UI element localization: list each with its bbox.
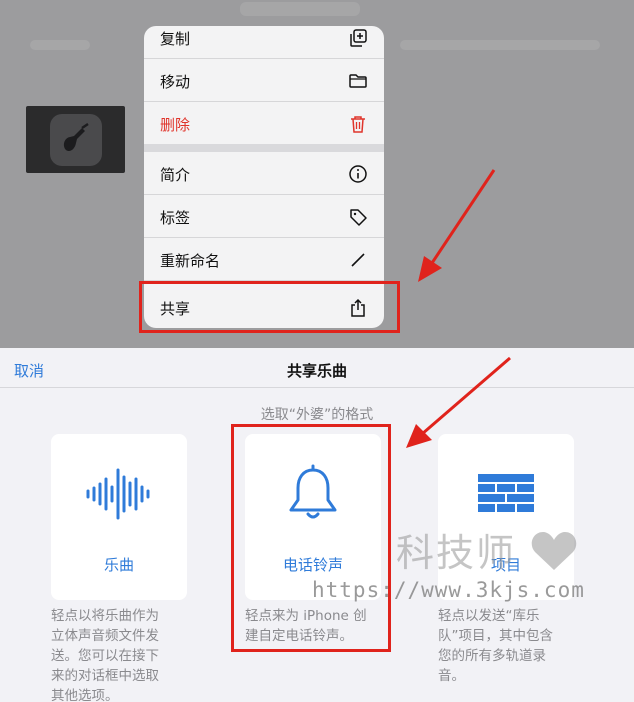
- arrow-head: [418, 256, 442, 282]
- annotation-arrow: [421, 356, 511, 436]
- heart-icon: [531, 532, 577, 570]
- watermark-url: https://www.3kjs.com: [312, 578, 585, 602]
- annotation-arrow: [428, 169, 496, 267]
- watermark-brand: 科技师: [396, 531, 517, 575]
